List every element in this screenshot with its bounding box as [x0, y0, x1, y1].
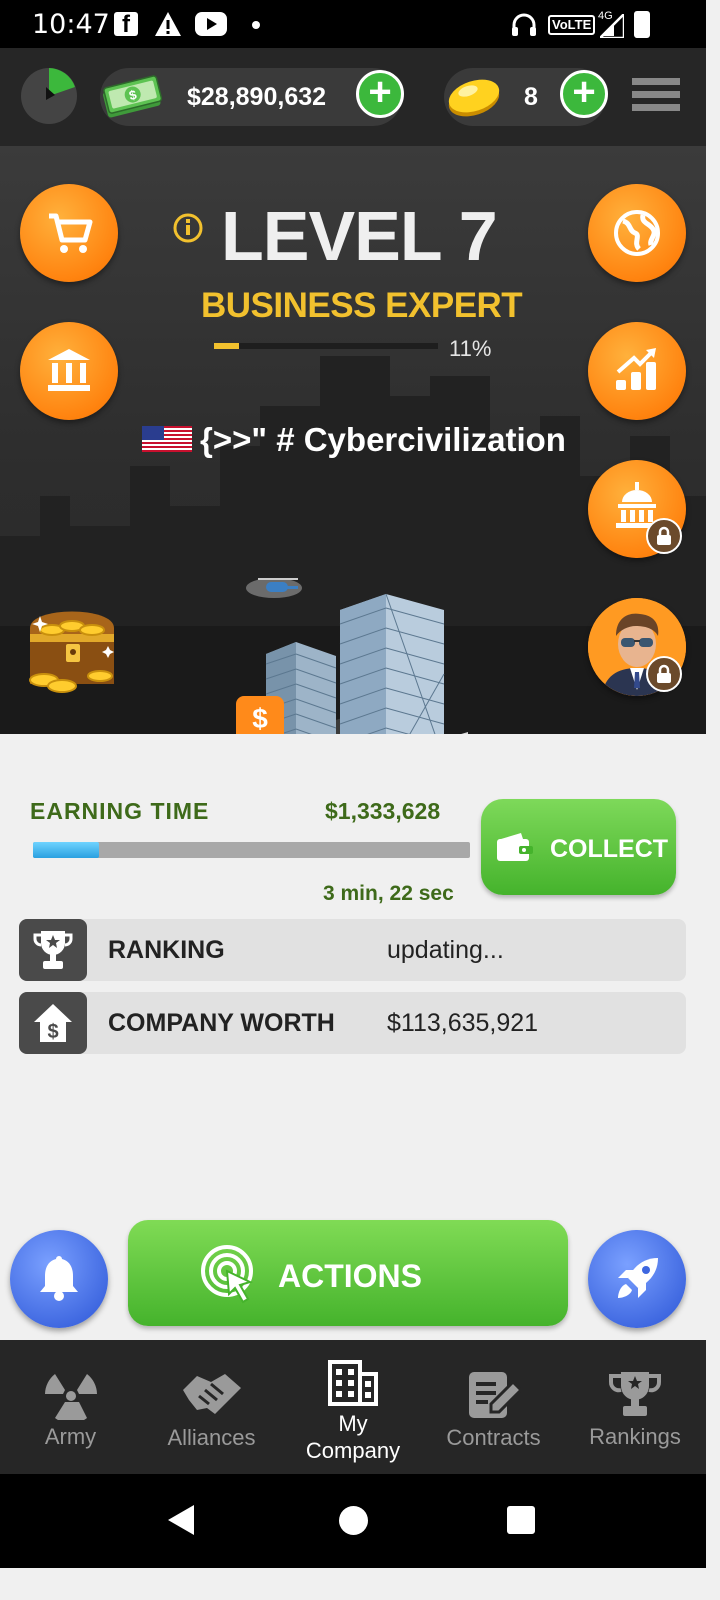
actions-label: ACTIONS: [278, 1258, 422, 1294]
bell-icon: [40, 1256, 78, 1301]
ranking-value: updating...: [387, 936, 504, 964]
rocket-icon: [618, 1258, 658, 1298]
contract-edit-icon: [469, 1372, 521, 1418]
target-cursor-icon: [201, 1245, 253, 1304]
battery-icon: [634, 11, 650, 38]
cash-stack-icon: $: [103, 75, 162, 118]
nav-contracts-label: Contracts: [446, 1425, 541, 1450]
nav-army[interactable]: Army: [0, 1340, 141, 1474]
back-icon[interactable]: [166, 1503, 196, 1537]
company-name: {>>" # Cybercivilization: [200, 421, 566, 458]
nav-alliances-label: Alliances: [167, 1425, 256, 1450]
company-worth-label: COMPANY WORTH: [108, 1009, 335, 1037]
level-progress-bar: [214, 343, 438, 349]
company-worth-row[interactable]: $ COMPANY WORTH $113,635,921: [19, 992, 686, 1054]
house-value-icon: $: [19, 992, 87, 1054]
level-info-icon[interactable]: [172, 212, 204, 244]
nav-contracts[interactable]: Contracts: [423, 1340, 564, 1474]
office-building-icon: [328, 1360, 378, 1406]
hamburger-menu-icon[interactable]: [632, 78, 680, 112]
usa-flag-icon: [142, 426, 192, 452]
government-button[interactable]: [588, 460, 686, 558]
recents-icon[interactable]: [507, 1506, 535, 1534]
bottom-navigation: Army Alliances My Company Contracts Ranki…: [0, 1340, 706, 1474]
shop-button[interactable]: [20, 184, 118, 282]
money-amount: $28,890,632: [187, 83, 327, 111]
youtube-notification-icon: [195, 12, 227, 36]
treasure-chest-icon[interactable]: [22, 598, 122, 694]
ranking-label: RANKING: [108, 936, 225, 964]
lock-icon: [646, 518, 682, 554]
signal-icon: [600, 14, 624, 38]
earning-progress-fill: [33, 842, 99, 858]
nav-my-company-label: My Company: [305, 1411, 401, 1463]
boost-button[interactable]: [588, 1230, 686, 1328]
company-worth-value: $113,635,921: [387, 1009, 539, 1037]
gold-coin-icon: [448, 79, 500, 117]
earning-time-label: EARNING TIME: [30, 798, 210, 824]
trophy-icon: [609, 1372, 661, 1416]
globe-icon: [614, 210, 660, 256]
nav-my-company[interactable]: My Company: [282, 1340, 423, 1474]
add-gold-button[interactable]: +: [560, 70, 608, 118]
top-resource-bar: $ $28,890,632 + 8 +: [0, 48, 706, 146]
lock-icon: [646, 656, 682, 692]
world-map-button[interactable]: [588, 184, 686, 282]
level-progress-percent: 11%: [449, 336, 492, 361]
manager-button[interactable]: [588, 598, 686, 696]
shopping-cart-icon: [49, 213, 93, 253]
warning-notification-icon: [155, 12, 181, 36]
investments-button[interactable]: [588, 322, 686, 420]
bank-icon: [48, 349, 90, 391]
svg-text:$: $: [47, 1021, 58, 1043]
add-money-button[interactable]: +: [356, 70, 404, 118]
notifications-button[interactable]: [10, 1230, 108, 1328]
status-time: 10:47: [32, 9, 110, 40]
earning-progress-bar: [33, 842, 470, 858]
company-hero: LEVEL 7 BUSINESS EXPERT 11% {>>" # Cyber…: [0, 146, 706, 734]
ranking-row[interactable]: RANKING updating...: [19, 919, 686, 981]
handshake-icon: [183, 1374, 241, 1414]
timer-pie-icon[interactable]: [20, 67, 78, 125]
level-progress-fill: [214, 343, 239, 349]
collect-button[interactable]: COLLECT: [481, 799, 676, 895]
earning-amount: $1,333,628: [325, 798, 441, 824]
trophy-icon: [19, 919, 87, 981]
notification-dot-icon: [252, 21, 260, 29]
rank-title: BUSINESS EXPERT: [201, 286, 523, 325]
earning-time-left: 3 min, 22 sec: [323, 882, 454, 905]
system-navigation-bar: [0, 1474, 706, 1568]
wallet-icon: [497, 833, 533, 861]
collect-ready-badge[interactable]: $: [236, 696, 284, 734]
radiation-icon: [45, 1374, 97, 1420]
home-icon[interactable]: [339, 1506, 368, 1535]
nav-rankings-label: Rankings: [589, 1424, 681, 1449]
nav-rankings[interactable]: Rankings: [564, 1340, 706, 1474]
level-title: LEVEL 7: [221, 197, 498, 275]
collect-label: COLLECT: [550, 835, 669, 863]
facebook-notification-icon: f: [114, 11, 138, 38]
headphones-icon: [512, 13, 536, 36]
status-bar: 10:47 f VoLTE 4G: [0, 0, 706, 48]
nav-alliances[interactable]: Alliances: [141, 1340, 282, 1474]
actions-button[interactable]: ACTIONS: [128, 1220, 568, 1326]
nav-army-label: Army: [44, 1424, 97, 1449]
bank-button[interactable]: [20, 322, 118, 420]
growth-chart-icon: [616, 348, 656, 390]
gold-amount: 8: [524, 83, 538, 111]
volte-badge: VoLTE: [548, 15, 596, 35]
